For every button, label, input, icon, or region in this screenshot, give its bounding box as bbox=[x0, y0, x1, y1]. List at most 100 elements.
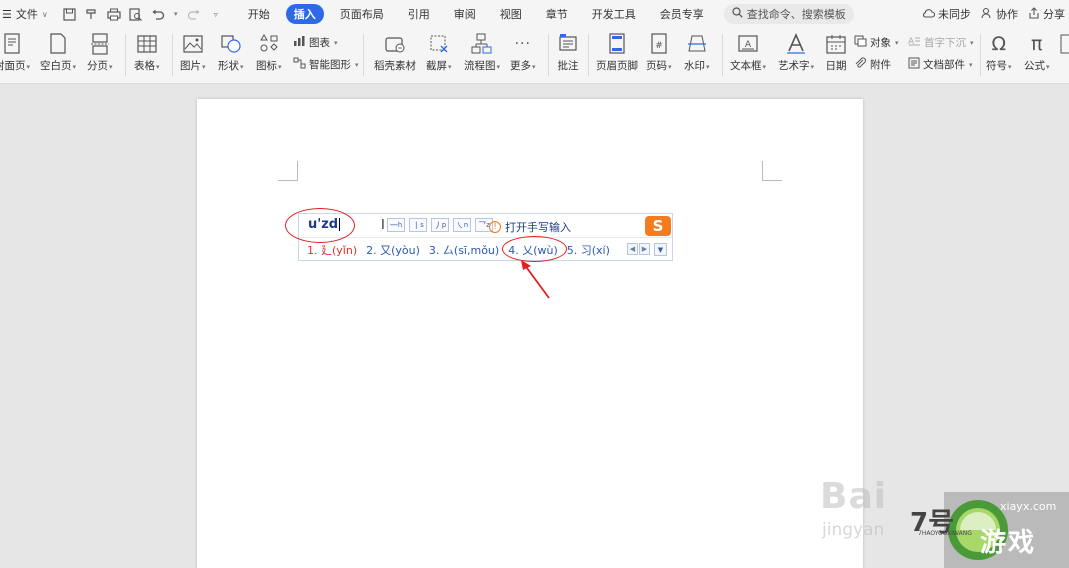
candidate-3[interactable]: 3. 厶(sī,mǒu) bbox=[429, 242, 499, 258]
ribbon-divider bbox=[588, 34, 589, 76]
cover-page-button[interactable]: 封面页▾ bbox=[0, 32, 30, 73]
ibeam-cursor-icon: I bbox=[381, 218, 385, 233]
next-page-icon[interactable]: ▶ bbox=[639, 243, 650, 255]
doc-parts-icon bbox=[908, 57, 920, 72]
watermark-button[interactable]: 水印▾ bbox=[684, 32, 710, 73]
page-break-button[interactable]: 分页▾ bbox=[87, 32, 113, 73]
chart-label: 图表 bbox=[309, 37, 330, 49]
customize-toolbar-icon[interactable]: ▿ bbox=[208, 6, 224, 22]
doc-parts-button[interactable]: 文档部件 ▾ bbox=[908, 57, 973, 72]
more-button[interactable]: ··· 更多▾ bbox=[510, 32, 536, 73]
candidate-2[interactable]: 2. 又(yòu) bbox=[366, 242, 420, 258]
table-button[interactable]: 表格▾ bbox=[134, 32, 160, 73]
attachment-button[interactable]: 附件 bbox=[854, 57, 891, 72]
header-footer-button[interactable]: 页眉页脚 bbox=[596, 32, 638, 72]
stroke-key-n[interactable]: ㇏ n bbox=[453, 218, 471, 232]
share-label: 分享 bbox=[1043, 8, 1065, 21]
tab-section[interactable]: 章节 bbox=[538, 4, 576, 24]
ime-candidate-window: u'zd I 一h 丨s 丿p ㇏ n 乛z ! 打开手写输入 S 1. 廴(yǐ… bbox=[298, 213, 673, 261]
stroke-key-s[interactable]: 丨s bbox=[409, 218, 427, 232]
smartart-button[interactable]: 智能图形 ▾ bbox=[293, 57, 359, 72]
picture-button[interactable]: 图片▾ bbox=[180, 32, 206, 73]
flowchart-button[interactable]: 流程图▾ bbox=[464, 32, 500, 73]
handwriting-input-link[interactable]: ! 打开手写输入 bbox=[489, 219, 571, 235]
collaborate-button[interactable]: 协作 bbox=[981, 6, 1018, 22]
stroke-key-h[interactable]: 一h bbox=[387, 218, 405, 232]
tab-member[interactable]: 会员专享 bbox=[652, 4, 712, 24]
candidate-5[interactable]: 5. 习(xí) bbox=[567, 242, 610, 258]
stroke-key-p[interactable]: 丿p bbox=[431, 218, 449, 232]
file-menu[interactable]: ☰ 文件 ∨ bbox=[0, 6, 48, 22]
stroke-key-letter: p bbox=[441, 221, 447, 229]
expand-candidates-icon[interactable]: ▼ bbox=[654, 243, 667, 256]
cover-page-label: 封面页 bbox=[0, 60, 26, 72]
date-button[interactable]: 日期 bbox=[824, 32, 848, 72]
tab-insert[interactable]: 插入 bbox=[285, 4, 324, 24]
prev-page-icon[interactable]: ◀ bbox=[627, 243, 638, 255]
screenshot-button[interactable]: 截屏▾ bbox=[426, 32, 452, 73]
page-number-button[interactable]: # 页码▾ bbox=[646, 32, 672, 73]
wordart-button[interactable]: 艺术字▾ bbox=[778, 32, 814, 73]
ribbon-insert: 封面页▾ 空白页▾ 分页▾ 表格▾ 图片▾ 形状▾ 图标▾ bbox=[0, 28, 1069, 84]
tab-home[interactable]: 开始 bbox=[240, 4, 278, 24]
symbol-button[interactable]: Ω 符号▾ bbox=[986, 32, 1012, 73]
dropdown-caret-icon: ▾ bbox=[448, 63, 452, 71]
object-icon bbox=[854, 35, 867, 50]
ribbon-divider bbox=[722, 34, 723, 76]
format-painter-icon[interactable] bbox=[84, 6, 100, 22]
drop-cap-label: 首字下沉 bbox=[924, 37, 966, 49]
handwriting-input-label: 打开手写输入 bbox=[505, 221, 571, 234]
daoke-material-button[interactable]: 稻壳素材 bbox=[374, 32, 416, 72]
object-button[interactable]: 对象 ▾ bbox=[854, 35, 899, 50]
table-label: 表格 bbox=[134, 60, 155, 72]
dropdown-caret-icon: ▾ bbox=[810, 63, 815, 71]
chart-button[interactable]: 图表 ▾ bbox=[293, 35, 338, 50]
ribbon-overflow-button[interactable] bbox=[1060, 32, 1069, 56]
comment-label: 批注 bbox=[557, 60, 579, 72]
formula-button[interactable]: π 公式▾ bbox=[1024, 32, 1050, 73]
share-button[interactable]: 分享 bbox=[1028, 6, 1065, 22]
cover-page-icon bbox=[0, 32, 24, 56]
redo-icon[interactable] bbox=[186, 6, 202, 22]
tab-page-layout[interactable]: 页面布局 bbox=[332, 4, 392, 24]
comment-button[interactable]: 批注 bbox=[556, 32, 580, 72]
sogou-logo-icon[interactable]: S bbox=[645, 216, 671, 236]
daoke-material-icon bbox=[383, 32, 407, 56]
symbol-label: 符号 bbox=[986, 60, 1007, 72]
dropdown-caret-icon: ▾ bbox=[278, 63, 282, 71]
shape-button[interactable]: 形状▾ bbox=[218, 32, 244, 73]
page-break-label: 分页 bbox=[87, 60, 108, 72]
tab-view[interactable]: 视图 bbox=[492, 4, 530, 24]
undo-dropdown-icon[interactable]: ▾ bbox=[172, 6, 180, 22]
watermark-icon bbox=[685, 32, 709, 56]
doc-parts-label: 文档部件 bbox=[923, 59, 965, 71]
textbox-button[interactable]: A 文本框▾ bbox=[730, 32, 766, 73]
watermark-label: 水印 bbox=[684, 60, 705, 72]
candidate-1[interactable]: 1. 廴(yǐn) bbox=[307, 242, 357, 258]
hamburger-icon: ☰ bbox=[2, 7, 12, 21]
site-game-text: 游戏 bbox=[980, 528, 1037, 558]
save-icon[interactable] bbox=[62, 6, 78, 22]
blank-page-label: 空白页 bbox=[40, 60, 72, 72]
tab-review[interactable]: 审阅 bbox=[446, 4, 484, 24]
blank-page-button[interactable]: 空白页▾ bbox=[40, 32, 76, 73]
dropdown-caret-icon: ▾ bbox=[969, 60, 973, 69]
drop-cap-button[interactable]: A 首字下沉 ▾ bbox=[908, 35, 974, 50]
stroke-filter-keys: 一h 丨s 丿p ㇏ n 乛z bbox=[387, 218, 493, 232]
header-footer-icon bbox=[605, 32, 629, 56]
command-search[interactable]: 查找命令、搜索模板 bbox=[723, 4, 854, 24]
attachment-label: 附件 bbox=[870, 59, 891, 71]
drop-cap-icon: A bbox=[908, 35, 921, 50]
sync-button[interactable]: 未同步 bbox=[922, 6, 971, 22]
textbox-icon: A bbox=[736, 32, 760, 56]
page-number-label: 页码 bbox=[646, 60, 667, 72]
tab-references[interactable]: 引用 bbox=[400, 4, 438, 24]
icon-button[interactable]: 图标▾ bbox=[256, 32, 282, 73]
print-preview-icon[interactable] bbox=[128, 6, 144, 22]
stroke-key-letter: s bbox=[420, 221, 424, 229]
undo-icon[interactable] bbox=[150, 6, 166, 22]
print-icon[interactable] bbox=[106, 6, 122, 22]
header-footer-label: 页眉页脚 bbox=[596, 60, 638, 72]
tab-developer[interactable]: 开发工具 bbox=[584, 4, 644, 24]
stroke-key-letter: n bbox=[463, 221, 469, 229]
